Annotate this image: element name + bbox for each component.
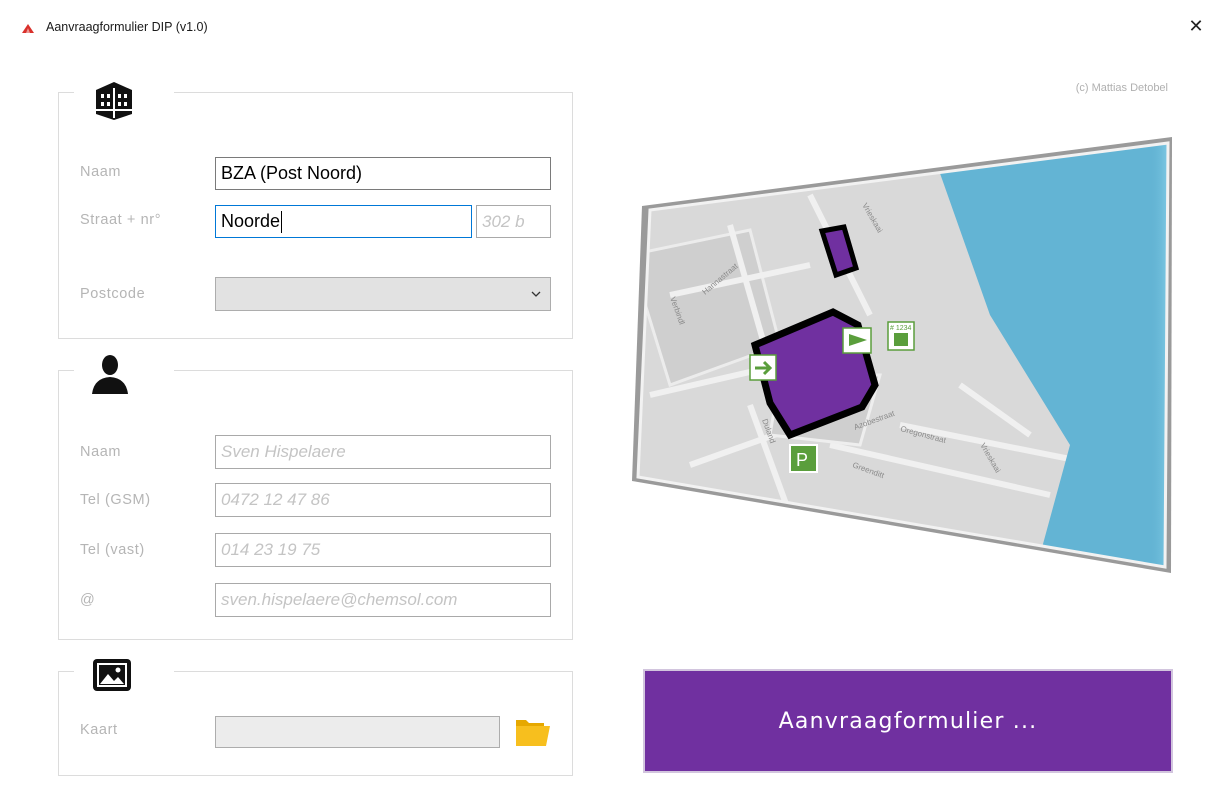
chevron-down-icon bbox=[531, 291, 541, 297]
location-name-field[interactable]: BZA (Post Noord) bbox=[215, 157, 551, 190]
email-label: @ bbox=[80, 592, 96, 608]
folder-icon[interactable] bbox=[514, 716, 552, 748]
app-icon bbox=[22, 24, 34, 33]
contact-name-field[interactable]: Sven Hispelaere bbox=[215, 435, 551, 469]
house-number-field[interactable]: 302 b bbox=[476, 205, 551, 238]
street-field[interactable]: Noorde bbox=[215, 205, 472, 238]
landline-field[interactable]: 014 23 19 75 bbox=[215, 533, 551, 567]
postcode-dropdown[interactable] bbox=[215, 277, 551, 311]
email-field[interactable]: sven.hispelaere@chemsol.com bbox=[215, 583, 551, 617]
location-name-label: Naam bbox=[80, 164, 122, 180]
building-icon bbox=[96, 82, 132, 120]
street-value: Noorde bbox=[221, 211, 281, 231]
map-badge-number: # 1234 bbox=[890, 325, 912, 332]
map-preview-image: # 1234 P Vrieskaai Hannastraat Verbindl … bbox=[632, 137, 1172, 573]
credit-text: (c) Mattias Detobel bbox=[1075, 82, 1168, 94]
image-icon bbox=[93, 659, 131, 691]
postcode-label: Postcode bbox=[80, 286, 146, 302]
map-preview: # 1234 P Vrieskaai Hannastraat Verbindl … bbox=[630, 135, 1175, 575]
map-parking-letter: P bbox=[796, 450, 808, 470]
gsm-label: Tel (GSM) bbox=[80, 492, 151, 508]
window-title: Aanvraagformulier DIP (v1.0) bbox=[46, 20, 208, 34]
person-icon bbox=[92, 355, 128, 394]
text-cursor bbox=[281, 210, 283, 233]
kaart-label: Kaart bbox=[80, 722, 118, 738]
street-label: Straat + nr° bbox=[80, 212, 162, 228]
kaart-path-field bbox=[215, 716, 500, 748]
landline-label: Tel (vast) bbox=[80, 542, 145, 558]
generate-form-button-label: Aanvraagformulier ... bbox=[778, 708, 1038, 734]
gsm-field[interactable]: 0472 12 47 86 bbox=[215, 483, 551, 517]
title-bar: Aanvraagformulier DIP (v1.0) ✕ bbox=[0, 0, 1214, 46]
contact-name-label: Naam bbox=[80, 444, 122, 460]
generate-form-button[interactable]: Aanvraagformulier ... bbox=[643, 669, 1173, 773]
close-button[interactable]: ✕ bbox=[1186, 16, 1206, 36]
